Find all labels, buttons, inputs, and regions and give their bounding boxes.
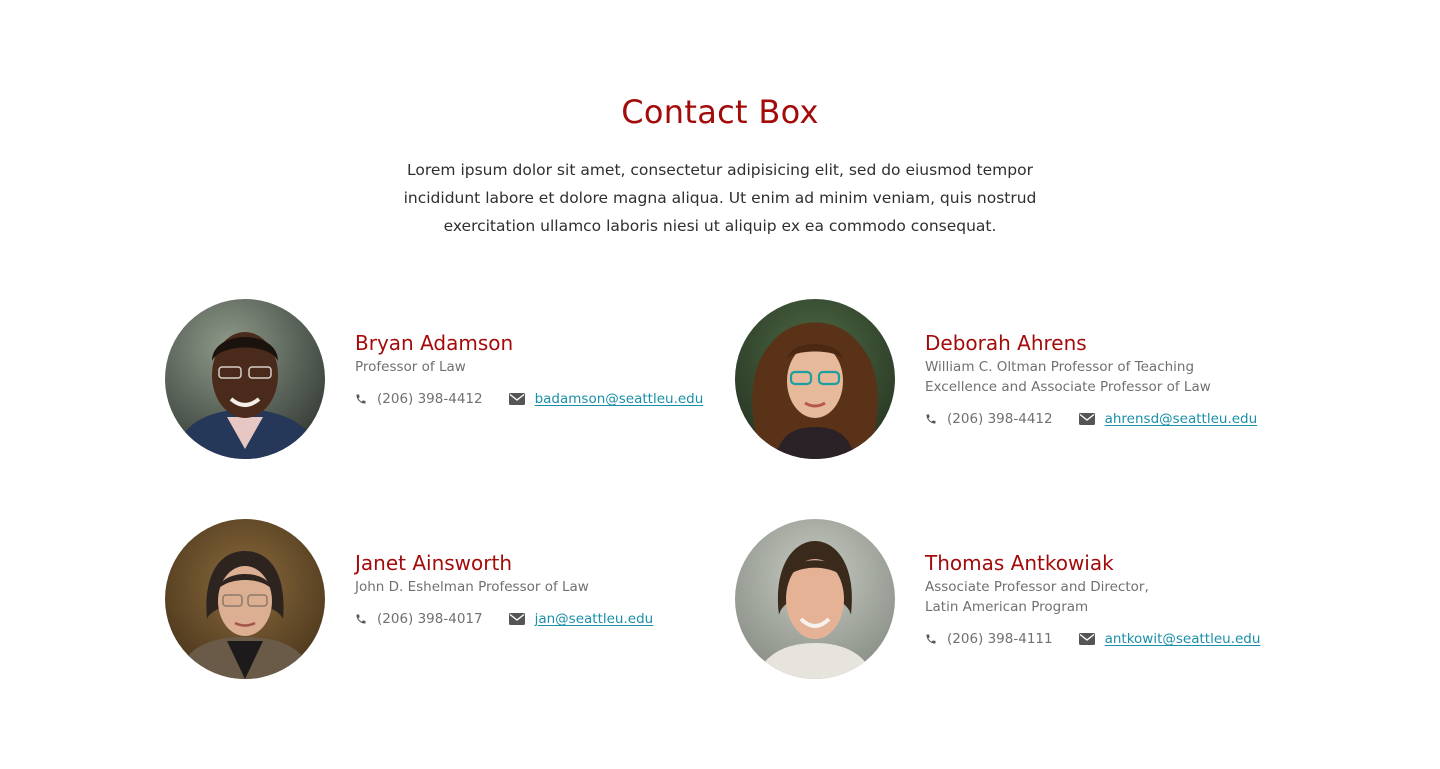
phone-icon [925, 413, 937, 425]
contact-name: Deborah Ahrens [925, 331, 1087, 355]
phone-icon [355, 613, 367, 625]
avatar [735, 519, 895, 679]
contact-info: Bryan Adamson Professor of Law (206) 398… [355, 329, 735, 409]
contact-info: Janet Ainsworth John D. Eshelman Profess… [355, 549, 735, 629]
avatar [165, 299, 325, 459]
contact-title: Professor of Law [355, 359, 466, 375]
phone-icon [925, 633, 937, 645]
avatar [165, 519, 325, 679]
envelope-icon [1078, 413, 1095, 425]
contact-row: (206) 398-4412 badamson@seattleu.edu [355, 389, 735, 409]
phone-number: (206) 398-4412 [377, 391, 483, 407]
section-title: Contact Box [621, 93, 819, 131]
phone-number: (206) 398-4111 [947, 631, 1053, 647]
email-link[interactable]: antkowit@seattleu.edu [1105, 631, 1261, 647]
avatar [735, 299, 895, 459]
envelope-icon [508, 613, 525, 625]
contact-name: Bryan Adamson [355, 331, 514, 355]
contact-info: Deborah Ahrens William C. Oltman Profess… [925, 329, 1305, 429]
contact-row: (206) 398-4017 jan@seattleu.edu [355, 609, 735, 629]
contact-name: Janet Ainsworth [355, 551, 513, 575]
email-link[interactable]: badamson@seattleu.edu [535, 391, 704, 407]
contact-title: Associate Professor and Director, Latin … [925, 579, 1149, 615]
phone-number: (206) 398-4412 [947, 411, 1053, 427]
contact-card: Thomas Antkowiak Associate Professor and… [735, 519, 1305, 679]
contact-row: (206) 398-4412 ahrensd@seattleu.edu [925, 409, 1305, 429]
contact-info: Thomas Antkowiak Associate Professor and… [925, 549, 1305, 649]
contact-name: Thomas Antkowiak [925, 551, 1114, 575]
section-intro: Lorem ipsum dolor sit amet, consectetur … [403, 161, 1037, 235]
phone-icon [355, 393, 367, 405]
contact-card: Janet Ainsworth John D. Eshelman Profess… [165, 519, 735, 679]
contact-card: Bryan Adamson Professor of Law (206) 398… [165, 299, 735, 459]
contact-title: John D. Eshelman Professor of Law [355, 579, 589, 595]
phone-number: (206) 398-4017 [377, 611, 483, 627]
contact-row: (206) 398-4111 antkowit@seattleu.edu [925, 629, 1305, 649]
contact-card: Deborah Ahrens William C. Oltman Profess… [735, 299, 1305, 459]
email-link[interactable]: jan@seattleu.edu [535, 611, 654, 627]
envelope-icon [508, 393, 525, 405]
envelope-icon [1078, 633, 1095, 645]
contact-title: William C. Oltman Professor of Teaching … [925, 359, 1211, 395]
email-link[interactable]: ahrensd@seattleu.edu [1105, 411, 1258, 427]
